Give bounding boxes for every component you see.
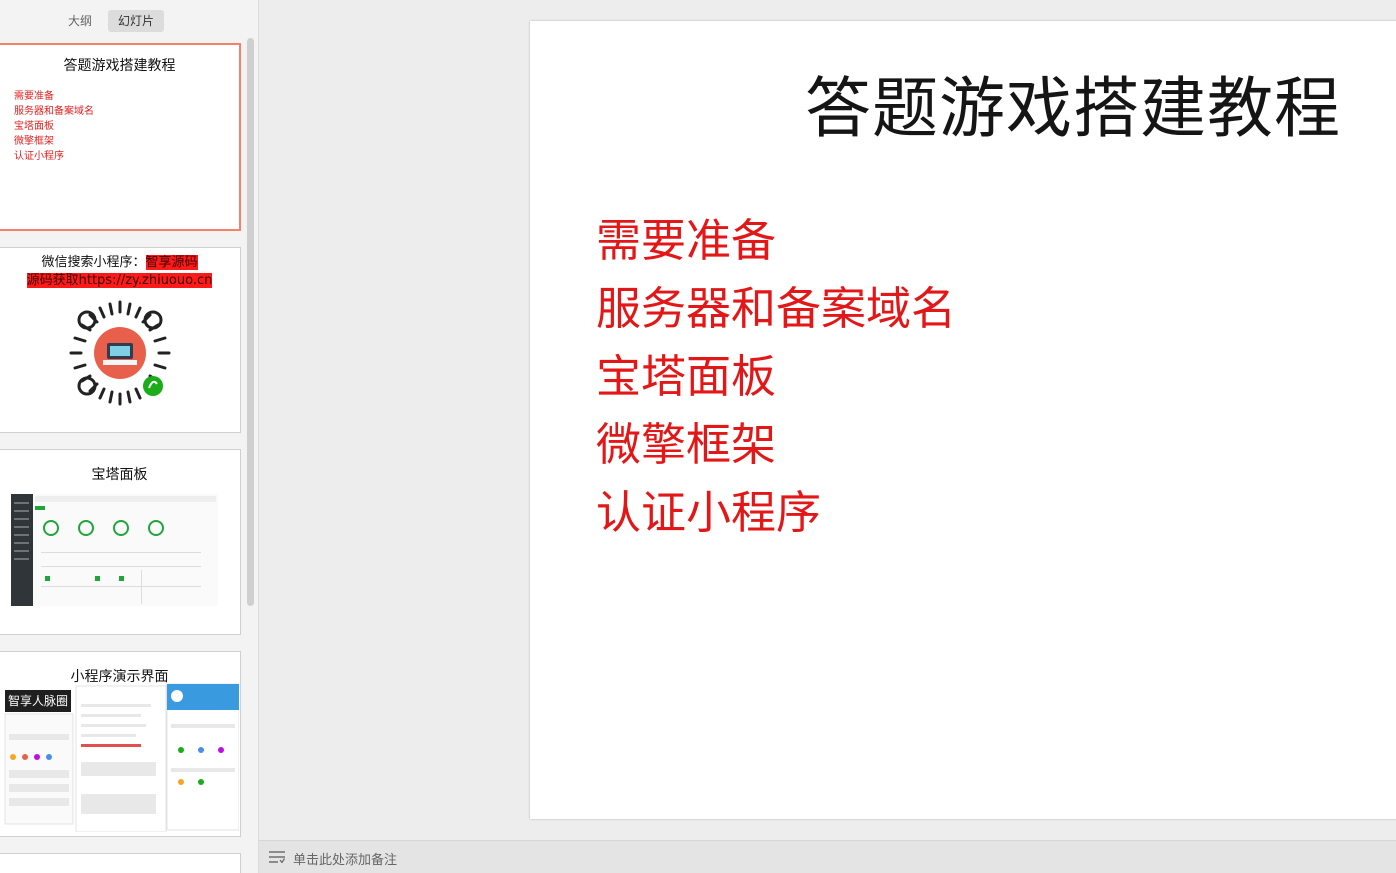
current-slide[interactable]: 答题游戏搭建教程 需要准备 服务器和备案域名 宝塔面板 微擎框架 认证小程序 <box>530 21 1396 819</box>
slide-item: 微擎框架 <box>596 418 777 471</box>
slide-sidebar: 大纲 幻灯片 答题游戏搭建教程 需要准备 服务器和备案域名 宝塔面板 微擎框架 … <box>0 0 259 873</box>
notes-placeholder[interactable]: 单击此处添加备注 <box>293 849 397 868</box>
wechat-search-label: 微信搜索小程序： <box>41 255 146 270</box>
mini-program-code <box>69 300 171 406</box>
source-url: 源码获取https://zy.zhiuouo.cn <box>26 273 213 288</box>
wechat-app-name: 智享源码 <box>145 255 198 270</box>
sidebar-scrollbar[interactable] <box>247 38 254 606</box>
slide-item: 宝塔面板 <box>596 350 777 403</box>
app-demo-screenshots <box>4 683 239 832</box>
slide-thumbnail-5[interactable] <box>0 853 241 873</box>
thumbnail-title: 答题游戏搭建教程 <box>63 58 176 74</box>
notes-pane[interactable]: 单击此处添加备注 <box>259 840 1396 873</box>
slide-item: 需要准备 <box>596 214 777 267</box>
thumbnail-item: 需要准备 <box>14 91 54 102</box>
view-tabs: 大纲 幻灯片 <box>58 10 165 32</box>
thumbnail-item: 服务器和备案域名 <box>14 106 94 117</box>
thumbnail-item: 认证小程序 <box>14 151 64 162</box>
tab-slides[interactable]: 幻灯片 <box>108 10 165 32</box>
baota-panel-screenshot <box>11 494 218 606</box>
thumbnail-source-line: 源码获取https://zy.zhiuouo.cn <box>0 272 240 290</box>
thumbnail-item: 微擎框架 <box>14 136 54 147</box>
slide-thumbnail-3[interactable]: 宝塔面板 <box>0 449 241 635</box>
thumbnail-wechat-line: 微信搜索小程序：智享源码 <box>0 254 240 272</box>
slide-canvas-area: 答题游戏搭建教程 需要准备 服务器和备案域名 宝塔面板 微擎框架 认证小程序 <box>259 0 1396 840</box>
slide-bullet-list[interactable]: 需要准备 服务器和备案域名 宝塔面板 微擎框架 认证小程序 <box>596 207 956 547</box>
thumbnail-title: 宝塔面板 <box>91 467 148 483</box>
slide-thumbnail-1[interactable]: 答题游戏搭建教程 需要准备 服务器和备案域名 宝塔面板 微擎框架 认证小程序 <box>0 43 241 231</box>
slide-item: 认证小程序 <box>596 486 822 539</box>
slide-thumbnail-4[interactable]: 小程序演示界面 智享人脉圈 <box>0 651 241 837</box>
thumbnail-item: 宝塔面板 <box>14 121 54 132</box>
tab-outline[interactable]: 大纲 <box>58 10 102 32</box>
notes-icon <box>269 851 285 863</box>
thumbnail-item-list: 需要准备 服务器和备案域名 宝塔面板 微擎框架 认证小程序 <box>14 89 94 164</box>
slide-thumbnail-2[interactable]: 微信搜索小程序：智享源码 源码获取https://zy.zhiuouo.cn <box>0 247 241 433</box>
slide-item: 服务器和备案域名 <box>596 282 957 335</box>
slide-title[interactable]: 答题游戏搭建教程 <box>805 55 1341 151</box>
